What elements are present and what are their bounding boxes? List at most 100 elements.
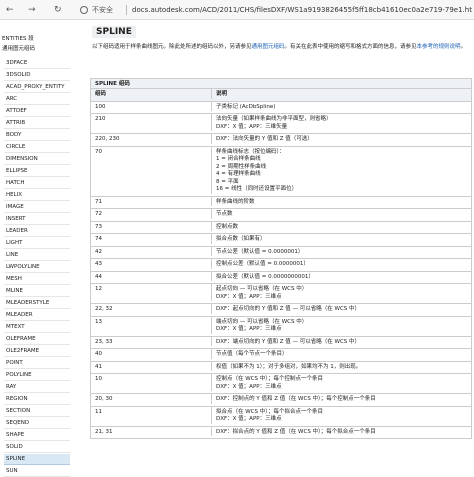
- forward-arrow-icon[interactable]: →: [28, 5, 36, 15]
- group-code-cell: 21, 31: [95, 428, 113, 435]
- table-row: 74 拟合点数（如果有）: [90, 234, 472, 247]
- sidebar-item-leader[interactable]: LEADER: [4, 226, 70, 237]
- sidebar-item-3dface[interactable]: 3DFACE: [4, 58, 70, 69]
- description-line: DXF：X 值；APP：三维点: [216, 326, 282, 332]
- description-line: 法向矢量（如果样条曲线为非平面型，则省略）: [216, 116, 332, 122]
- description-cell: 控制点公差（默认值 = 0.0000001）: [211, 259, 469, 269]
- sidebar-item-3dsolid[interactable]: 3DSOLID: [4, 70, 70, 81]
- back-arrow-icon[interactable]: ←: [6, 5, 14, 15]
- sidebar-item-acad-proxy-entity[interactable]: ACAD_PROXY_ENTITY: [4, 82, 70, 93]
- sidebar-item-region[interactable]: REGION: [4, 394, 70, 405]
- page-title: SPLINE: [92, 26, 136, 38]
- sidebar-sub[interactable]: 通用图元组码: [2, 44, 70, 54]
- description-cell: 拟合公差（默认值 = 0.0000000001）: [211, 271, 469, 281]
- description-line: DXF：X 值；APP：三维点: [216, 416, 282, 422]
- sidebar-item-point[interactable]: POINT: [4, 358, 70, 369]
- sidebar-item-section[interactable]: SECTION: [4, 406, 70, 417]
- sidebar-item-attdef[interactable]: ATTDEF: [4, 106, 70, 117]
- sidebar-item-mleader[interactable]: MLEADER: [4, 310, 70, 321]
- table-row: 41 权值（如果不为 1）；对于多组对，如果均不为 1，则出现。: [90, 361, 472, 374]
- group-code-cell: 100: [95, 103, 106, 110]
- group-code-cell: 23, 33: [95, 338, 113, 345]
- description-line: 权值（如果不为 1）；对于多组对，如果均不为 1，则出现。: [216, 363, 362, 370]
- sidebar-item-line[interactable]: LINE: [4, 250, 70, 261]
- group-code-cell: 12: [95, 286, 102, 292]
- url-field[interactable]: docs.autodesk.com/ACD/2011/CHS/filesDXF/…: [132, 5, 472, 15]
- description-line: 样条曲线标志（按位编码）：: [216, 148, 285, 155]
- description-line: DXF：法向矢量的 Y 值和 Z 值（可选）: [216, 136, 313, 142]
- group-code-cell: 41: [95, 363, 102, 370]
- table-row: 23, 33 DXF：端点切向的 Y 值和 Z 值 — 可以省略（在 WCS 中）: [90, 336, 472, 349]
- table-row: 40 节点值（每个节点一个条目）: [90, 349, 472, 362]
- sidebar-item-arc[interactable]: ARC: [4, 94, 70, 105]
- table-row: 100 子类标记 (AcDbSpline): [90, 101, 472, 114]
- description-line: 拟合点（在 WCS 中）；每个拟合点一个条目: [216, 408, 324, 415]
- description-cell: 端点切向 — 可以省略（在 WCS 中） DXF：X 值；APP：三维点: [211, 316, 469, 334]
- group-code-cell: 71: [95, 198, 102, 205]
- sidebar-item-mtext[interactable]: MTEXT: [4, 322, 70, 333]
- sidebar-item-helix[interactable]: HELIX: [4, 190, 70, 201]
- sidebar-item-spline[interactable]: SPLINE: [4, 454, 70, 465]
- sidebar-item-body[interactable]: BODY: [4, 130, 70, 141]
- sidebar-item-oleframe[interactable]: OLEFRAME: [4, 334, 70, 345]
- table-row: 43 控制点公差（默认值 = 0.0000001）: [90, 259, 472, 272]
- sidebar-item-attrib[interactable]: ATTRIB: [4, 118, 70, 129]
- common-codes-link[interactable]: 通用图元组码: [252, 44, 285, 50]
- conventions-link[interactable]: 本参考的规则说明: [417, 44, 461, 50]
- description-line: 拟合点数（如果有）: [216, 236, 266, 242]
- sidebar-item-mleaderstyle[interactable]: MLEADERSTYLE: [4, 298, 70, 309]
- group-code-cell: 220, 230: [95, 136, 120, 142]
- intro-text: 以下组码适用于样条曲线图元。除此处所述的组码以外，另请参见通用图元组码。有关在此…: [92, 43, 472, 51]
- description-line: 样条曲线的阶数: [216, 198, 255, 205]
- description-cell: DXF：起点切向的 Y 值和 Z 值 — 可以省略（在 WCS 中）: [211, 304, 469, 314]
- description-line: 8 = 平面: [216, 178, 239, 185]
- sidebar-item-ole2frame[interactable]: OLE2FRAME: [4, 346, 70, 357]
- sidebar-item-mesh[interactable]: MESH: [4, 274, 70, 285]
- description-line: 1 = 闭合样条曲线: [216, 156, 261, 162]
- security-label[interactable]: 不安全: [92, 5, 113, 15]
- browser-address-bar: ← → ↻ 不安全 docs.autodesk.com/ACD/2011/CHS…: [0, 0, 474, 20]
- description-line: 起点切向 — 可以省略（在 WCS 中）: [216, 286, 308, 292]
- table-caption-text: SPLINE 组码: [95, 81, 130, 87]
- sidebar-item-seqend[interactable]: SEQEND: [4, 418, 70, 429]
- column-header-code: 组码: [95, 91, 107, 97]
- sidebar-item-ray[interactable]: RAY: [4, 382, 70, 393]
- sidebar-item-circle[interactable]: CIRCLE: [4, 142, 70, 153]
- info-icon[interactable]: [80, 6, 88, 14]
- sidebar-item-image[interactable]: IMAGE: [4, 202, 70, 213]
- reload-icon[interactable]: ↻: [54, 5, 62, 15]
- sidebar-item-insert[interactable]: INSERT: [4, 214, 70, 225]
- description-line: 控制点公差（默认值 = 0.0000001）: [216, 261, 309, 267]
- description-line: 说明: [216, 91, 228, 97]
- description-line: 拟合公差（默认值 = 0.0000000001）: [216, 273, 314, 280]
- intro-text-b: 。有关在此表中使用的缩写和格式方面的信息，请参见: [284, 44, 417, 50]
- description-line: DXF：X 值；APP：三维点: [216, 383, 282, 390]
- sidebar-item-ellipse[interactable]: ELLIPSE: [4, 166, 70, 177]
- intro-text-a: 以下组码适用于样条曲线图元。除此处所述的组码以外，另请参见: [92, 44, 252, 50]
- sidebar-item-shape[interactable]: SHAPE: [4, 430, 70, 441]
- sidebar: ENTITIES 段 通用图元组码 3DFACE 3DSOLID ACAD_PROX…: [0, 32, 72, 477]
- description-line: 节点公差（默认值 = 0.0000001）: [216, 248, 304, 255]
- sidebar-item-hatch[interactable]: HATCH: [4, 178, 70, 189]
- group-code-cell: 72: [95, 211, 102, 217]
- sidebar-item-light[interactable]: LIGHT: [4, 238, 70, 249]
- description-line: 节点数: [216, 211, 233, 217]
- group-code-cell: 42: [95, 248, 102, 255]
- description-cell: 节点值（每个节点一个条目）: [211, 349, 469, 359]
- sidebar-item-sun[interactable]: SUN: [4, 466, 70, 477]
- description-cell: 控制点（在 WCS 中）；每个控制点一个条目 DXF：X 值；APP：三维点: [211, 374, 469, 391]
- table-caption: SPLINE 组码: [90, 78, 472, 89]
- description-line: 节点值（每个节点一个条目）: [216, 351, 288, 357]
- sidebar-item-dimension[interactable]: DIMENSION: [4, 154, 70, 165]
- description-line: DXF：控制点的 Y 值和 Z 值（在 WCS 中）；每个控制点一个条目: [216, 396, 376, 402]
- description-line: 16 = 线性（同时还设置平面位）: [216, 186, 298, 192]
- sidebar-header[interactable]: ENTITIES 段: [2, 34, 70, 44]
- sidebar-item-mline[interactable]: MLINE: [4, 286, 70, 297]
- sidebar-item-lwpolyline[interactable]: LWPOLYLINE: [4, 262, 70, 273]
- description-line: 端点切向 — 可以省略（在 WCS 中）: [216, 318, 308, 325]
- sidebar-item-solid[interactable]: SOLID: [4, 442, 70, 453]
- sidebar-item-polyline[interactable]: POLYLINE: [4, 370, 70, 381]
- description-cell: DXF：端点切向的 Y 值和 Z 值 — 可以省略（在 WCS 中）: [211, 336, 469, 346]
- table-row: 73 控制点数: [90, 221, 472, 234]
- description-line: 控制点数: [216, 223, 239, 230]
